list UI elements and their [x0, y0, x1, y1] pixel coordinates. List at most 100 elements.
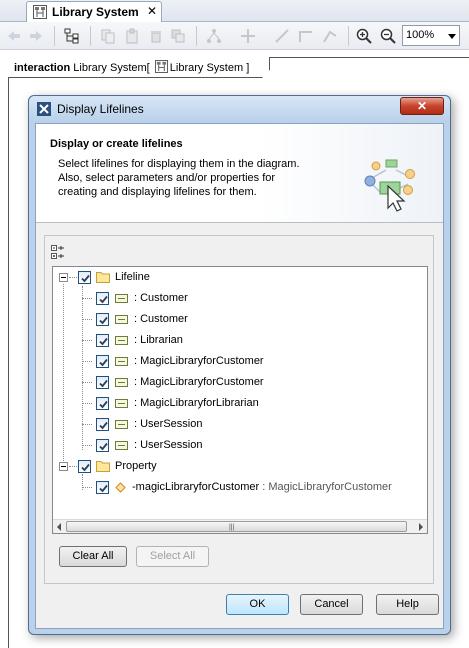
zoom-in-icon[interactable] [356, 28, 372, 44]
lifeline-item[interactable]: : MagicLibraryforLibrarian [53, 393, 427, 414]
sequence-diagram-icon [33, 5, 47, 22]
sequence-diagram-icon [154, 60, 168, 76]
checkbox[interactable] [96, 355, 109, 368]
diagram-tree-icon[interactable] [64, 28, 80, 44]
checkbox[interactable] [96, 292, 109, 305]
zoom-out-icon[interactable] [380, 28, 396, 44]
header-description-line: Select lifelines for displaying them in … [58, 158, 300, 170]
tree-group-property[interactable]: Property [53, 456, 427, 477]
help-button[interactable]: Help [376, 594, 439, 615]
scroll-left-icon[interactable] [57, 523, 61, 531]
tree-guide [82, 298, 92, 299]
lifeline-icon [115, 336, 128, 348]
tree-guide [82, 445, 92, 446]
tree-guide [69, 277, 77, 278]
interaction-frame-border [8, 57, 9, 648]
interaction-frame-label: interaction Library System[ Library Syst… [14, 60, 249, 76]
display-lifelines-dialog: Display Lifelines ✕ Display or create li… [28, 95, 451, 635]
horizontal-scrollbar[interactable]: | | | [53, 519, 427, 533]
editor-tab-label: Library System [52, 5, 139, 19]
tree-guide [82, 487, 92, 488]
close-button[interactable]: ✕ [400, 97, 444, 115]
tree-guide [82, 361, 92, 362]
lifeline-label: : Librarian [134, 334, 183, 346]
ok-button[interactable]: OK [226, 594, 289, 615]
zoom-select[interactable]: 100% [402, 25, 460, 46]
layout-tree-icon[interactable] [206, 28, 222, 44]
checkbox[interactable] [96, 397, 109, 410]
collapse-toggle-icon[interactable] [59, 273, 68, 282]
checkbox[interactable] [78, 460, 91, 473]
editor-tab-library-system[interactable]: Library System ✕ [26, 1, 162, 23]
dialog-titlebar[interactable]: Display Lifelines ✕ [29, 96, 450, 122]
frame-close-bracket: ] [246, 61, 250, 74]
back-arrow-icon[interactable] [6, 28, 22, 44]
lifeline-icon [115, 315, 128, 327]
lifeline-icon [115, 294, 128, 306]
lifeline-item[interactable]: : MagicLibraryforCustomer [53, 351, 427, 372]
tree-group-label: Lifeline [115, 271, 150, 283]
align-icon[interactable] [240, 28, 256, 44]
toolbar-separator [90, 26, 91, 46]
checkbox[interactable] [96, 334, 109, 347]
lifelines-panel: Lifeline : Customer : Customer: Librari… [44, 235, 434, 584]
lifeline-item[interactable]: : Customer [53, 309, 427, 330]
line-path-icon[interactable] [274, 28, 290, 44]
lifeline-label: : UserSession [134, 418, 203, 430]
checkbox[interactable] [96, 439, 109, 452]
lifeline-label: : Customer [134, 292, 188, 304]
checkbox[interactable] [96, 313, 109, 326]
cancel-button[interactable]: Cancel [300, 594, 363, 615]
lifeline-item[interactable]: : UserSession [53, 435, 427, 456]
delete-icon[interactable] [148, 28, 164, 44]
header-description-line: creating and displaying lifelines for th… [58, 186, 257, 198]
lifelines-tree[interactable]: Lifeline : Customer : Customer: Librari… [52, 266, 428, 534]
header-description-line: Also, select parameters and/or propertie… [58, 172, 276, 184]
property-item[interactable]: -magicLibraryforCustomer : MagicLibraryf… [53, 477, 427, 498]
dialog-header: Display or create lifelines Select lifel… [36, 124, 443, 223]
expand-all-icon[interactable] [51, 245, 65, 262]
dialog-title: Display Lifelines [57, 102, 144, 116]
checkbox[interactable] [96, 376, 109, 389]
lifeline-icon [115, 357, 128, 369]
collapse-toggle-icon[interactable] [59, 462, 68, 471]
lifeline-icon [115, 399, 128, 411]
lifeline-item[interactable]: : UserSession [53, 414, 427, 435]
forward-arrow-icon[interactable] [28, 28, 44, 44]
lifeline-item[interactable]: : MagicLibraryforCustomer [53, 372, 427, 393]
diagram-toolbar: 100% [0, 22, 469, 50]
oblique-path-icon[interactable] [322, 28, 338, 44]
toolbar-separator [348, 26, 349, 46]
lifeline-icon [115, 420, 128, 432]
property-icon [115, 482, 126, 496]
select-all-button[interactable]: Select All [136, 546, 209, 567]
send-to-back-icon[interactable] [170, 28, 186, 44]
tree-guide [82, 424, 92, 425]
scrollbar-thumb[interactable]: | | | [66, 521, 407, 532]
lifeline-icon [115, 378, 128, 390]
checkbox[interactable] [78, 271, 91, 284]
checkbox[interactable] [96, 481, 109, 494]
tree-guide [82, 340, 92, 341]
folder-icon [96, 460, 110, 475]
checkbox[interactable] [96, 418, 109, 431]
rectilinear-path-icon[interactable] [298, 28, 314, 44]
lifeline-label: : MagicLibraryforLibrarian [134, 397, 259, 409]
lifeline-item[interactable]: : Librarian [53, 330, 427, 351]
zoom-value: 100% [406, 29, 435, 41]
close-tab-icon[interactable]: ✕ [147, 4, 157, 18]
copy-icon[interactable] [100, 28, 116, 44]
header-title: Display or create lifelines [50, 138, 183, 150]
property-type: : MagicLibraryforCustomer [259, 481, 392, 493]
frame-name: Library System [73, 61, 147, 74]
paste-icon[interactable] [124, 28, 140, 44]
clear-all-button[interactable]: Clear All [59, 546, 127, 567]
editor-tab-strip: Library System ✕ [0, 0, 469, 23]
tree-group-lifeline[interactable]: Lifeline [53, 267, 427, 288]
scroll-right-icon[interactable] [419, 523, 423, 531]
lifeline-item[interactable]: : Customer [53, 288, 427, 309]
tree-group-label: Property [115, 460, 157, 472]
lifeline-label: : UserSession [134, 439, 203, 451]
toolbar-separator [54, 26, 55, 46]
frame-keyword: interaction [14, 61, 71, 74]
